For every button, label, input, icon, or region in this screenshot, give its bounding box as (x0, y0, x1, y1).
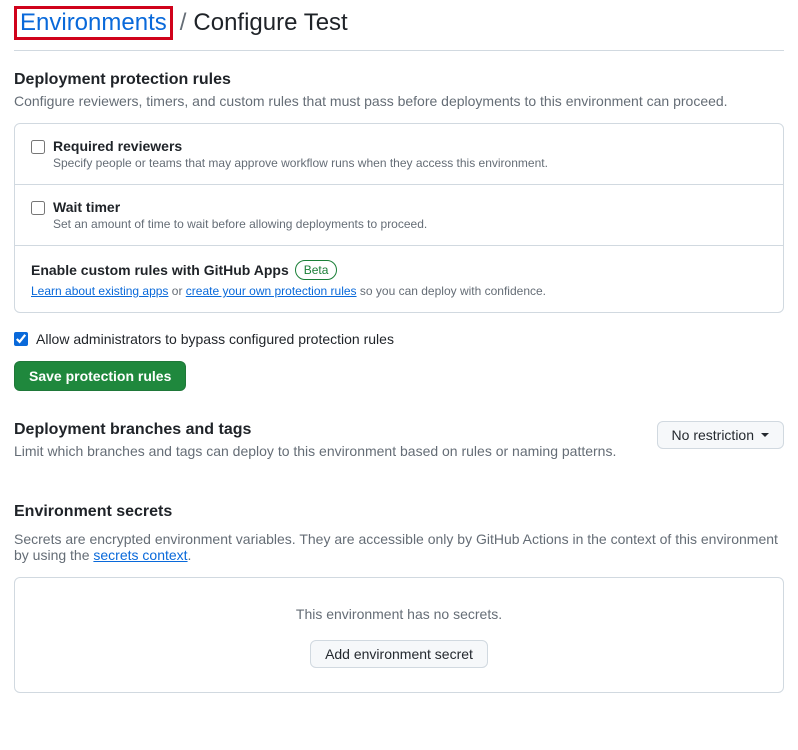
protection-desc: Configure reviewers, timers, and custom … (14, 93, 784, 109)
custom-rules-or: or (168, 284, 185, 298)
environment-secrets-section: Environment secrets Secrets are encrypte… (14, 503, 784, 693)
required-reviewers-label[interactable]: Required reviewers (53, 138, 182, 154)
deployment-branches-section: Deployment branches and tags Limit which… (14, 421, 784, 473)
branches-heading: Deployment branches and tags (14, 421, 657, 439)
custom-rules-desc: Learn about existing apps or create your… (31, 284, 767, 298)
breadcrumb-highlight: Environments (14, 6, 173, 40)
deployment-protection-section: Deployment protection rules Configure re… (14, 71, 784, 391)
beta-badge: Beta (295, 260, 338, 280)
breadcrumb-environments-link[interactable]: Environments (20, 9, 167, 36)
breadcrumb-current: Configure Test (193, 9, 347, 37)
save-protection-rules-button[interactable]: Save protection rules (14, 361, 186, 391)
learn-existing-apps-link[interactable]: Learn about existing apps (31, 284, 168, 298)
wait-timer-checkbox[interactable] (31, 201, 45, 215)
chevron-down-icon (761, 433, 769, 437)
wait-timer-label[interactable]: Wait timer (53, 199, 120, 215)
breadcrumb: Environments / Configure Test (14, 0, 784, 51)
custom-rules-tail: so you can deploy with confidence. (357, 284, 546, 298)
custom-rules-row: Enable custom rules with GitHub Apps Bet… (15, 246, 783, 312)
bypass-row: Allow administrators to bypass configure… (14, 331, 784, 347)
secrets-box: This environment has no secrets. Add env… (14, 577, 784, 693)
required-reviewers-desc: Specify people or teams that may approve… (53, 156, 767, 170)
allow-bypass-checkbox[interactable] (14, 332, 28, 346)
wait-timer-row: Wait timer Set an amount of time to wait… (15, 185, 783, 246)
breadcrumb-separator: / (180, 9, 187, 37)
allow-bypass-label[interactable]: Allow administrators to bypass configure… (36, 331, 394, 347)
secrets-empty-message: This environment has no secrets. (31, 606, 767, 622)
create-own-rules-link[interactable]: create your own protection rules (186, 284, 357, 298)
secrets-context-link[interactable]: secrets context (93, 547, 187, 563)
branches-desc: Limit which branches and tags can deploy… (14, 443, 657, 459)
required-reviewers-row: Required reviewers Specify people or tea… (15, 124, 783, 185)
secrets-empty-state: This environment has no secrets. Add env… (15, 578, 783, 692)
required-reviewers-checkbox[interactable] (31, 140, 45, 154)
add-environment-secret-button[interactable]: Add environment secret (310, 640, 488, 668)
secrets-heading: Environment secrets (14, 503, 784, 521)
protection-heading: Deployment protection rules (14, 71, 784, 89)
secrets-desc-suffix: . (188, 547, 192, 563)
protection-rules-box: Required reviewers Specify people or tea… (14, 123, 784, 313)
wait-timer-desc: Set an amount of time to wait before all… (53, 217, 767, 231)
secrets-desc: Secrets are encrypted environment variab… (14, 531, 784, 563)
branches-restriction-dropdown[interactable]: No restriction (657, 421, 784, 449)
branches-restriction-label: No restriction (672, 427, 754, 443)
custom-rules-title: Enable custom rules with GitHub Apps (31, 262, 289, 278)
